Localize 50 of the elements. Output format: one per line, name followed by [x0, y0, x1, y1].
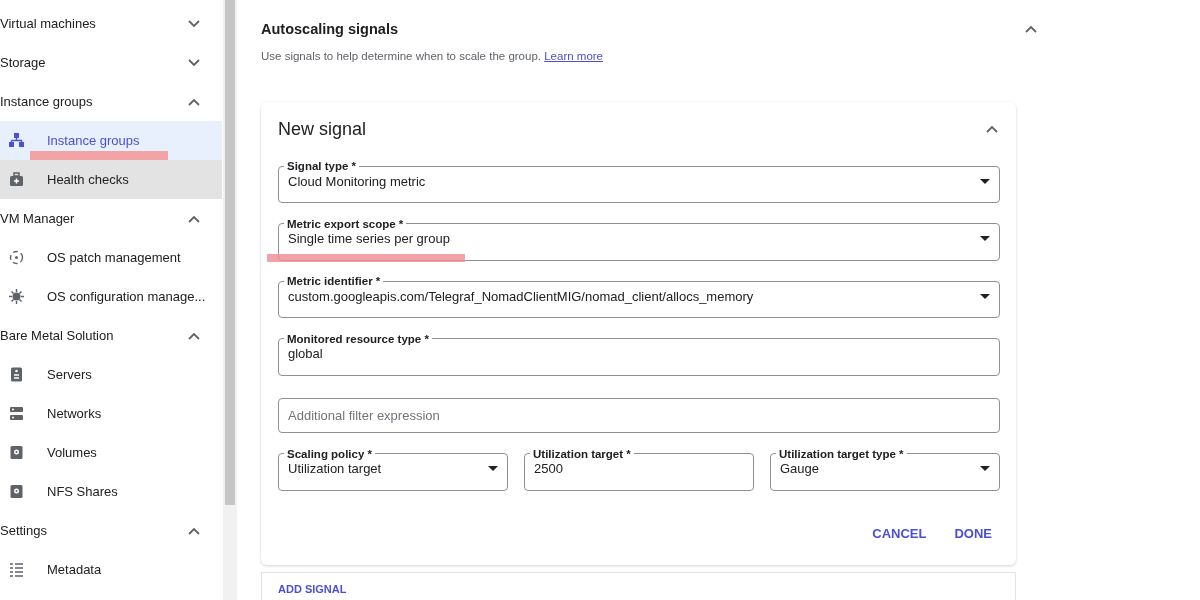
nav-section-title: Storage: [0, 55, 46, 70]
chevron-up-icon[interactable]: [1025, 25, 1037, 33]
nav-item[interactable]: Instance groups: [0, 121, 222, 160]
chevron-up-icon[interactable]: [188, 526, 200, 535]
dropdown-caret-icon: [980, 236, 990, 241]
hierarchy-icon: [8, 132, 25, 149]
gear-icon: [8, 288, 25, 305]
nav-section-title: Virtual machines: [0, 16, 96, 31]
card-title: New signal: [278, 118, 367, 140]
nav-item[interactable]: Volumes: [0, 433, 222, 472]
add-signal-button[interactable]: ADD SIGNAL: [278, 583, 347, 595]
chevron-down-icon[interactable]: [188, 19, 200, 28]
chevron-up-icon[interactable]: [188, 97, 200, 106]
section-title: Autoscaling signals: [261, 21, 398, 37]
nav-item[interactable]: OS configuration manage...: [0, 277, 222, 316]
dropdown-caret-icon: [488, 466, 498, 471]
chevron-down-icon[interactable]: [188, 58, 200, 67]
nav-section-title: Instance groups: [0, 94, 93, 109]
dotted-circle-icon: [8, 249, 25, 266]
nav-item[interactable]: Metadata: [0, 550, 222, 589]
dropdown-field[interactable]: Utilization target type * Gauge: [770, 447, 1000, 491]
dropdown-caret-icon: [980, 293, 990, 299]
dropdown-field[interactable]: Metric identifier * custom.googleapis.com/Telegraf_NomadClientMIG/nomad_client/allocs_memory: [278, 275, 1000, 318]
nav-section-title: Settings: [0, 523, 47, 538]
input-field[interactable]: Additional filter expression: [278, 398, 1000, 433]
dropdown-field[interactable]: Signal type * Cloud Monitoring metric: [278, 160, 1000, 203]
section-description: Use signals to help determine when to scale the group. Learn more: [261, 50, 604, 62]
dropdown-caret-icon: [980, 466, 990, 471]
nav-item[interactable]: NFS Shares: [0, 472, 222, 511]
dropdown-field[interactable]: Scaling policy * Utilization target: [278, 447, 508, 491]
input-field[interactable]: Monitored resource type * global: [278, 332, 1000, 376]
learn-more-link[interactable]: Learn more: [544, 50, 603, 62]
input-field[interactable]: Utilization target * 2500: [524, 447, 754, 491]
action-button[interactable]: DONE: [946, 519, 1000, 547]
server-rack-icon: [8, 405, 25, 422]
nav-item[interactable]: OS patch management: [0, 238, 222, 277]
nav-section-title: VM Manager: [0, 211, 75, 226]
chevron-up-icon[interactable]: [188, 214, 200, 223]
nav-item[interactable]: Networks: [0, 394, 222, 433]
list-icon: [8, 561, 25, 578]
action-button[interactable]: CANCEL: [864, 519, 935, 547]
nav-item[interactable]: Servers: [0, 355, 222, 394]
scrollbar[interactable]: [223, 0, 237, 600]
nav-item[interactable]: Health checks: [0, 160, 222, 199]
dropdown-caret-icon: [980, 178, 990, 184]
nav-section-title: Bare Metal Solution: [0, 328, 114, 343]
chevron-up-icon[interactable]: [986, 125, 998, 133]
medical-bag-icon: [8, 171, 25, 188]
chevron-up-icon[interactable]: [188, 331, 200, 340]
server-icon: [8, 366, 25, 383]
